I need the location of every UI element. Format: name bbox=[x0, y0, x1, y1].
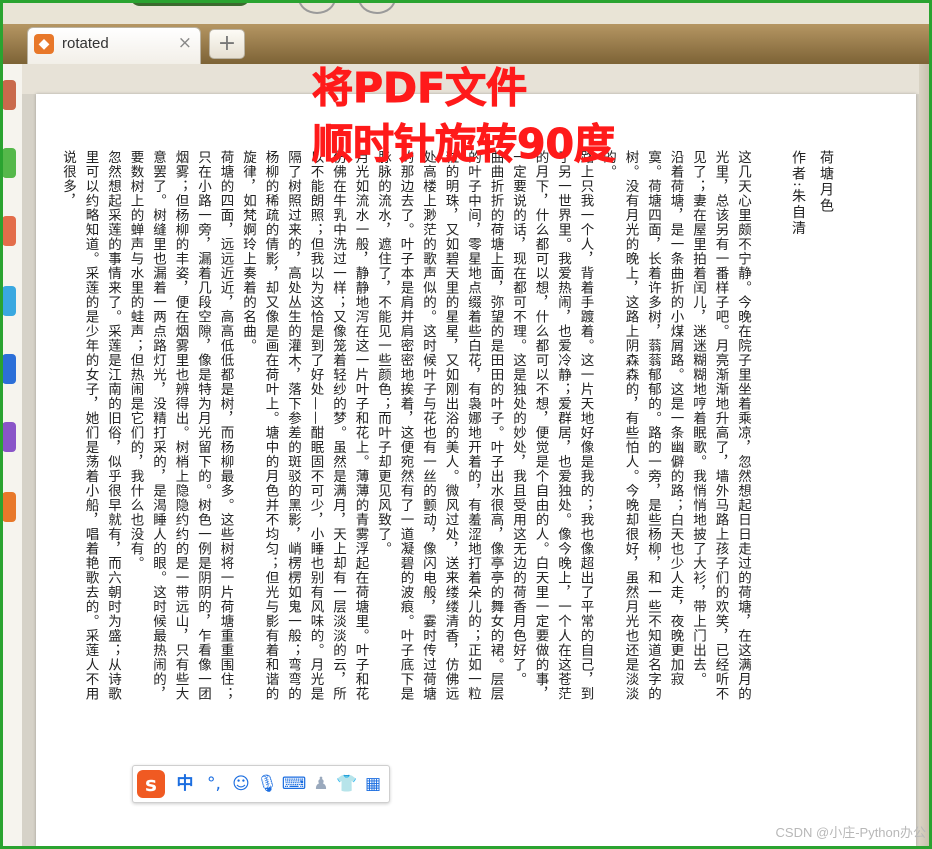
paragraph: 月光如流水一般，静静地泻在这一片叶子和花上。薄薄的青雾浮起在荷塘里。叶子和花仿佛… bbox=[240, 150, 369, 701]
paragraph: 曲曲折折的荷塘上面，弥望的是田田的叶子。叶子出水很高，像亭亭的舞女的裙。层层的叶… bbox=[375, 150, 504, 701]
ime-mode-toggle[interactable]: 中 bbox=[173, 772, 197, 796]
pdf-app-icon: ◆ bbox=[34, 34, 54, 54]
watermark: CSDN @小庄-Python办公 bbox=[775, 825, 926, 840]
paragraph: 荷塘的四面，远远近近，高高低低都是树，而杨柳最多。这些树将一片荷塘重重围住；只在… bbox=[127, 150, 234, 701]
new-tab-button[interactable]: + bbox=[209, 29, 245, 59]
document-body: 这几天心里颇不宁静。今晚在院子里坐着乘凉，忽然想起日日走过的荷塘，在这满月的光里… bbox=[34, 150, 754, 710]
user-icon[interactable]: ♟ bbox=[309, 772, 333, 796]
tool-icon[interactable] bbox=[2, 422, 16, 452]
top-circle-button[interactable] bbox=[358, 0, 396, 14]
tab-label: rotated bbox=[62, 35, 109, 52]
smile-icon[interactable]: ☺ bbox=[229, 772, 253, 796]
mic-icon[interactable]: 🎙 bbox=[255, 772, 279, 796]
top-toolbar-pill[interactable] bbox=[130, 0, 250, 6]
paragraph: 这几天心里颇不宁静。今晚在院子里坐着乘凉，忽然想起日日走过的荷塘，在这满月的光里… bbox=[690, 150, 751, 701]
headline-line: 将PDF文件 bbox=[311, 64, 528, 113]
tool-icon[interactable] bbox=[2, 216, 16, 246]
window-top-strip bbox=[0, 0, 932, 24]
right-scroll-edge[interactable] bbox=[919, 64, 929, 846]
tool-icon[interactable] bbox=[2, 80, 16, 110]
tab-rotated[interactable]: ◆ rotated × bbox=[27, 27, 201, 64]
grid-icon[interactable]: ▦ bbox=[361, 772, 385, 796]
headline: 将PDF文件 顺时针旋转90度 bbox=[311, 60, 616, 172]
paragraph: 忽然想起采莲的事情来了。采莲是江南的旧俗，似乎很早就有，而六朝时为盛；从诗歌里可… bbox=[60, 150, 121, 701]
document-title: 荷塘月色 bbox=[818, 150, 834, 214]
tool-icon[interactable] bbox=[2, 354, 16, 384]
ime-punct-toggle[interactable]: °, bbox=[201, 772, 227, 796]
tool-icon[interactable] bbox=[2, 148, 16, 178]
close-icon[interactable]: × bbox=[178, 33, 192, 53]
sogou-logo-icon[interactable]: s bbox=[137, 770, 165, 798]
headline-line: 顺时针旋转90度 bbox=[311, 120, 616, 169]
tool-icon[interactable] bbox=[2, 492, 16, 522]
shirt-icon[interactable]: 👕 bbox=[335, 772, 359, 796]
tool-icon[interactable] bbox=[2, 286, 16, 316]
keyboard-icon[interactable]: ⌨ bbox=[281, 772, 307, 796]
top-circle-button[interactable] bbox=[298, 0, 336, 14]
paragraph: 路上只我一个人，背着手踱着。这一片天地好像是我的；我也像超出了平常的自己，到了另… bbox=[510, 150, 594, 701]
left-side-toolbar bbox=[0, 64, 22, 849]
ime-toolbar: s 中 °, ☺ 🎙 ⌨ ♟ 👕 ▦ bbox=[132, 765, 390, 803]
document-author: 作者:朱自清 bbox=[790, 150, 806, 237]
paragraph: 沿着荷塘，是一条曲折的小煤屑路。这是一条幽僻的路；白天也少人走，夜晚更加寂寞。荷… bbox=[600, 150, 684, 701]
tab-bar: ◆ rotated × + bbox=[3, 24, 929, 64]
